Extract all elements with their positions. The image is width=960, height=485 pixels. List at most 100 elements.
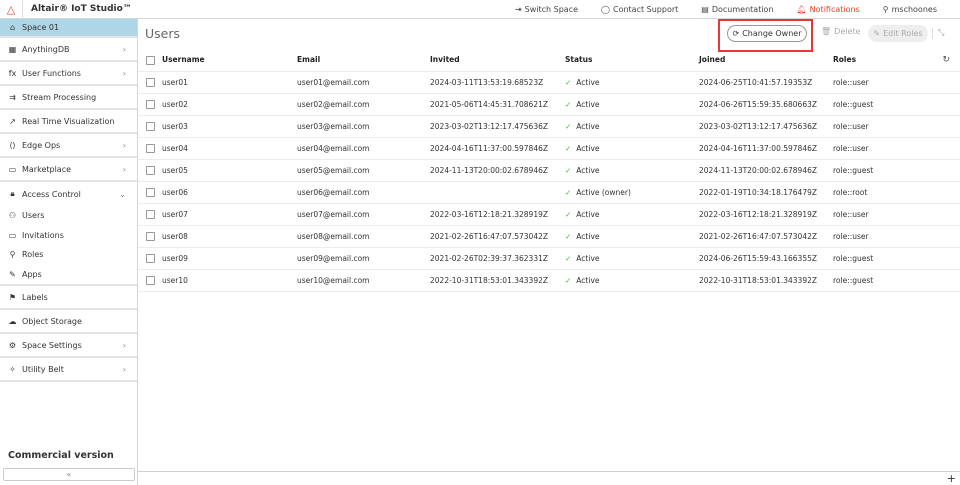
table-row[interactable]: user01 user01@email.com 2024-03-11T13:53:1… [138,71,960,94]
row-checkbox[interactable] [146,209,155,219]
topnav-mschoones[interactable]: ⚲ mschoones [883,5,937,14]
row-checkbox[interactable] [146,275,155,285]
sidebar-item-label: Utility Belt [22,364,64,374]
email-cell: user04@email.com [297,137,430,160]
sidebar-item-marketplace[interactable]: ▭ Marketplace › [0,158,137,182]
top-bar: △ Altair® IoT Studio™ ⇥ Switch Space ◯ Cont… [0,0,960,19]
delete-button[interactable]: 🗑︎ Delete [821,27,860,36]
topnav-contact-support[interactable]: ◯ Contact Support [601,5,678,14]
username-value: user09 [162,253,188,263]
table-row[interactable]: user03 user03@email.com 2023-03-02T13:12:1… [138,115,960,138]
column-header-roles[interactable]: Roles [833,49,960,72]
table-row[interactable]: user08 user08@email.com 2021-02-26T16:47:0… [138,225,960,248]
sidebar-item-users[interactable]: ⚇ Users [0,206,137,226]
row-select-cell [138,71,162,94]
joined-cell: 2024-06-25T10:41:57.19353Z [699,71,833,94]
divider [932,28,933,39]
status-cell: ✓ Active [565,203,699,226]
sidebar-item-apps[interactable]: ✎ Apps [0,265,137,285]
row-checkbox[interactable] [146,231,155,241]
sidebar-item-access-control[interactable]: 🔒︎ Access Control ⌄ [0,182,137,206]
sidebar-item-space-settings[interactable]: ⚙ Space Settings › [0,334,137,358]
topnav-notifications[interactable]: 🔔︎ Notifications [797,5,860,14]
table-row[interactable]: user05 user05@email.com 2024-11-13T20:00:0… [138,159,960,182]
switch-space-icon: ⇥ [514,5,522,14]
row-checkbox[interactable] [146,77,155,87]
roles-cell: role::root [833,181,960,204]
chat-icon: ◯ [601,5,610,14]
topnav-documentation[interactable]: ▤ Documentation [701,5,773,14]
email-cell: user06@email.com [297,181,430,204]
column-header-status[interactable]: Status [565,49,699,72]
sidebar-item-labels[interactable]: ⚑ Labels [0,286,137,310]
sidebar-item-label: Labels [22,292,48,302]
check-icon: ✓ [565,231,572,241]
roles-value: role::guest [833,165,874,175]
bottom-panel-divider[interactable] [138,471,960,472]
joined-cell: 2022-10-31T18:53:01.343392Z [699,269,833,292]
row-checkbox[interactable] [146,143,155,153]
table-row[interactable]: user02 user02@email.com 2021-05-06T14:45:3… [138,93,960,116]
username-cell: user09 [162,247,297,270]
row-checkbox[interactable] [146,165,155,175]
status-cell: ✓ Active [565,93,699,116]
check-icon: ✓ [565,275,572,285]
status-value: Active [576,121,600,131]
sidebar-item-label: Apps [22,269,42,279]
status-cell: ✓ Active [565,159,699,182]
sidebar-space[interactable]: ⌂ Space 01 [0,19,137,38]
roles-cell: role::guest [833,159,960,182]
sidebar-item-real-time-visualization[interactable]: ↗ Real Time Visualization [0,110,137,134]
column-header-username[interactable]: Username [162,49,297,72]
username-cell: user01 [162,71,297,94]
table-row[interactable]: user10 user10@email.com 2022-10-31T18:53:0… [138,269,960,292]
row-checkbox[interactable] [146,121,155,131]
sidebar-item-anythingdb[interactable]: ▦ AnythingDB › [0,38,137,62]
users-table: Username Email Invited Status Joined Roles us… [138,49,960,292]
table-row[interactable]: user09 user09@email.com 2021-02-26T02:39:3… [138,247,960,270]
row-checkbox[interactable] [146,253,155,263]
roles-cell: role::guest [833,269,960,292]
sidebar-item-roles[interactable]: ⚲ Roles [0,245,137,265]
table-row[interactable]: user04 user04@email.com 2024-04-16T11:37:0… [138,137,960,160]
collapse-icon[interactable]: ⤡ [938,28,944,38]
collapse-sidebar-button[interactable]: « [3,468,135,481]
column-header-joined[interactable]: Joined [699,49,833,72]
sidebar-item-edge-ops[interactable]: ⟨⟩ Edge Ops › [0,134,137,158]
user-icon: ⚲ [882,5,889,14]
sidebar-item-utility-belt[interactable]: ✧ Utility Belt › [0,358,137,382]
access-control-group: 🔒︎ Access Control ⌄ ⚇ Users ▭ Invitations ⚲ Rol… [0,182,137,286]
username-cell: user06 [162,181,297,204]
main-content: Users ⟳ Change Owner 🗑︎ Delete ✎ Edit Roles… [138,19,960,485]
altair-logo-icon[interactable]: △ [0,0,23,19]
row-checkbox[interactable] [146,187,155,197]
status-cell: ✓ Active [565,115,699,138]
edit-roles-button[interactable]: ✎ Edit Roles [868,25,928,42]
sidebar-item-stream-processing[interactable]: ⇉ Stream Processing [0,86,137,110]
column-header-email[interactable]: Email [297,49,430,72]
roles-value: role::guest [833,275,874,285]
change-owner-button[interactable]: ⟳ Change Owner [727,25,807,42]
invited-cell: 2022-03-16T12:18:21.328919Z [430,203,565,226]
invited-value: 2024-11-13T20:00:02.678946Z [430,165,549,175]
row-select-cell [138,247,162,270]
email-cell: user09@email.com [297,247,430,270]
refresh-table-icon[interactable]: ↻ [942,55,950,65]
roles-value: role::user [833,231,869,241]
column-header-invited[interactable]: Invited [430,49,565,72]
sidebar-item-label: Space Settings [22,340,82,350]
roles-value: role::guest [833,99,874,109]
invited-cell: 2024-11-13T20:00:02.678946Z [430,159,565,182]
topnav-switch-space[interactable]: ⇥ Switch Space [515,5,578,14]
chevron-down-icon: ⌄ [119,189,126,199]
table-row[interactable]: user07 user07@email.com 2022-03-16T12:18:2… [138,203,960,226]
sidebar-item-user-functions[interactable]: fx User Functions › [0,62,137,86]
plus-icon[interactable]: + [947,472,956,485]
row-checkbox[interactable] [146,99,155,109]
joined-value: 2024-11-13T20:00:02.678946Z [699,165,818,175]
table-row[interactable]: user06 user06@email.com ✓ Active (owner) 202… [138,181,960,204]
sidebar-item-object-storage[interactable]: ☁ Object Storage [0,310,137,334]
status-value: Active [576,165,600,175]
sidebar-item-invitations[interactable]: ▭ Invitations [0,226,137,246]
select-all-checkbox[interactable] [146,55,155,65]
